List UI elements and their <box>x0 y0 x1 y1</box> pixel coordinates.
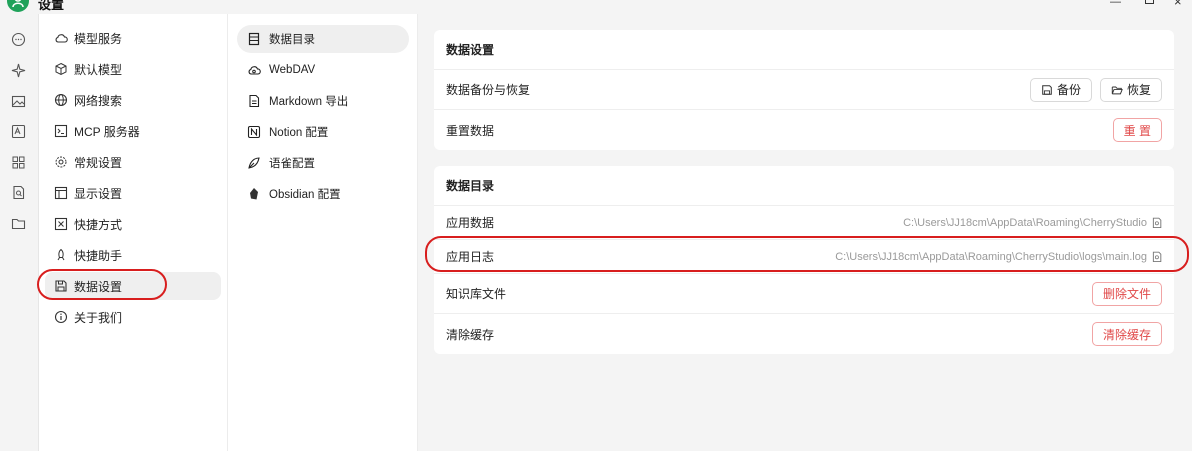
menu-item-display-settings[interactable]: 显示设置 <box>45 179 221 207</box>
submenu-item-label: WebDAV <box>269 64 316 76</box>
close-icon[interactable]: × <box>1174 0 1182 9</box>
folder-icon[interactable] <box>11 216 26 231</box>
menu-item-label: 快捷方式 <box>74 217 123 232</box>
submenu-item-label: Notion 配置 <box>269 127 329 139</box>
row-label: 应用数据 <box>446 216 495 230</box>
submenu-item-obsidian[interactable]: Obsidian 配置 <box>237 180 409 208</box>
command-icon <box>54 217 68 231</box>
row-label: 应用日志 <box>446 250 495 264</box>
section-title: 数据目录 <box>434 166 1174 206</box>
info-icon <box>54 310 68 324</box>
kb-files-row: 知识库文件 删除文件 <box>434 274 1174 314</box>
menu-item-label: 默认模型 <box>74 62 123 77</box>
data-submenu: 数据目录 WebDAV Markdown 导出 Notion 配置 语雀配置 O… <box>228 14 418 451</box>
menu-item-label: 快捷助手 <box>74 248 123 263</box>
data-dir-card: 数据目录 应用数据 C:\Users\JJ18cm\AppData\Roamin… <box>434 166 1174 354</box>
row-label: 清除缓存 <box>446 327 495 342</box>
submenu-item-notion[interactable]: Notion 配置 <box>237 118 409 146</box>
file-search-icon[interactable] <box>1151 217 1162 228</box>
menu-item-label: MCP 服务器 <box>74 124 140 139</box>
title-bar: 设置 — × <box>0 0 1192 14</box>
row-label: 重置数据 <box>446 123 495 138</box>
menu-item-default-model[interactable]: 默认模型 <box>45 55 221 83</box>
apps-icon[interactable] <box>11 155 26 170</box>
notion-icon <box>247 125 261 139</box>
settings-menu: 模型服务 默认模型 网络搜索 MCP 服务器 常规设置 显示设置 快捷方式 快捷… <box>38 14 228 451</box>
menu-item-shortcuts[interactable]: 快捷方式 <box>45 210 221 238</box>
menu-item-label: 模型服务 <box>74 31 123 46</box>
submenu-item-webdav[interactable]: WebDAV <box>237 56 409 84</box>
window-title: 设置 <box>38 0 65 12</box>
delete-files-button[interactable]: 删除文件 <box>1091 281 1162 306</box>
submenu-item-data-dir[interactable]: 数据目录 <box>237 25 409 53</box>
rocket-icon <box>54 248 68 262</box>
backup-button[interactable]: 备份 <box>1029 77 1092 102</box>
layout-icon <box>54 186 68 200</box>
menu-item-label: 关于我们 <box>74 310 123 325</box>
sparkle-icon[interactable] <box>11 63 26 78</box>
menu-item-label: 网络搜索 <box>74 93 123 108</box>
obsidian-icon <box>247 187 261 201</box>
file-text-icon <box>247 94 261 108</box>
path-text: C:\Users\JJ18cm\AppData\Roaming\CherrySt… <box>903 216 1147 229</box>
menu-item-about[interactable]: 关于我们 <box>45 303 221 331</box>
file-search-icon[interactable] <box>11 185 26 200</box>
save-icon <box>54 279 68 293</box>
file-search-icon[interactable] <box>1151 251 1162 262</box>
submenu-item-markdown[interactable]: Markdown 导出 <box>237 87 409 115</box>
menu-item-mcp-server[interactable]: MCP 服务器 <box>45 117 221 145</box>
app-log-path: C:\Users\JJ18cm\AppData\Roaming\CherrySt… <box>835 251 1162 263</box>
cloud-icon <box>54 31 68 45</box>
terminal-icon <box>54 124 68 138</box>
app-data-row: 应用数据 C:\Users\JJ18cm\AppData\Roaming\Che… <box>434 206 1174 240</box>
cloud-sync-icon <box>247 63 261 77</box>
minimize-icon[interactable]: — <box>1110 0 1121 8</box>
row-label: 数据备份与恢复 <box>446 83 531 97</box>
cube-icon <box>54 62 68 76</box>
submenu-item-yuque[interactable]: 语雀配置 <box>237 149 409 177</box>
row-label: 知识库文件 <box>446 287 507 301</box>
avatar[interactable] <box>7 0 29 12</box>
submenu-item-label: Markdown 导出 <box>269 96 349 108</box>
backup-label: 备份 <box>1056 83 1081 97</box>
menu-item-data-settings[interactable]: 数据设置 <box>45 272 221 300</box>
restore-button[interactable]: 恢复 <box>1099 77 1162 102</box>
restore-label: 恢复 <box>1126 83 1151 97</box>
clear-cache-button[interactable]: 清除缓存 <box>1091 322 1162 346</box>
submenu-item-label: 语雀配置 <box>269 158 315 170</box>
image-icon[interactable] <box>11 94 26 109</box>
clear-cache-row: 清除缓存 清除缓存 <box>434 314 1174 354</box>
menu-item-general-settings[interactable]: 常规设置 <box>45 148 221 176</box>
submenu-item-label: 数据目录 <box>269 34 315 46</box>
app-log-row: 应用日志 C:\Users\JJ18cm\AppData\Roaming\Che… <box>434 240 1174 274</box>
path-text: C:\Users\JJ18cm\AppData\Roaming\CherrySt… <box>835 250 1147 263</box>
menu-item-label: 显示设置 <box>74 186 123 201</box>
yuque-icon <box>247 156 261 170</box>
user-icon <box>12 0 24 7</box>
folder-list-icon <box>247 32 261 46</box>
menu-item-model-service[interactable]: 模型服务 <box>45 24 221 52</box>
menu-item-web-search[interactable]: 网络搜索 <box>45 86 221 114</box>
menu-item-label: 数据设置 <box>74 279 123 294</box>
reset-data-row: 重置数据 重 置 <box>434 110 1174 150</box>
save-icon <box>1042 84 1052 95</box>
app-data-path: C:\Users\JJ18cm\AppData\Roaming\CherrySt… <box>903 217 1162 229</box>
folder-open-icon <box>1111 86 1123 94</box>
data-settings-card: 数据设置 数据备份与恢复 备份 恢复 重置数据 重 置 <box>434 30 1174 150</box>
globe-icon <box>54 93 68 107</box>
submenu-item-label: Obsidian 配置 <box>269 189 341 201</box>
backup-restore-row: 数据备份与恢复 备份 恢复 <box>434 70 1174 110</box>
menu-item-label: 常规设置 <box>74 155 123 170</box>
menu-item-quick-assistant[interactable]: 快捷助手 <box>45 241 221 269</box>
content-area: 数据设置 数据备份与恢复 备份 恢复 重置数据 重 置 数据目录 应用数据 C:… <box>418 14 1192 451</box>
icon-rail <box>0 14 38 451</box>
reset-button[interactable]: 重 置 <box>1112 118 1162 142</box>
section-title: 数据设置 <box>434 30 1174 70</box>
gear-icon <box>54 155 68 169</box>
maximize-icon[interactable] <box>1145 0 1154 4</box>
chat-icon[interactable] <box>11 32 26 47</box>
translate-icon[interactable] <box>11 124 26 139</box>
